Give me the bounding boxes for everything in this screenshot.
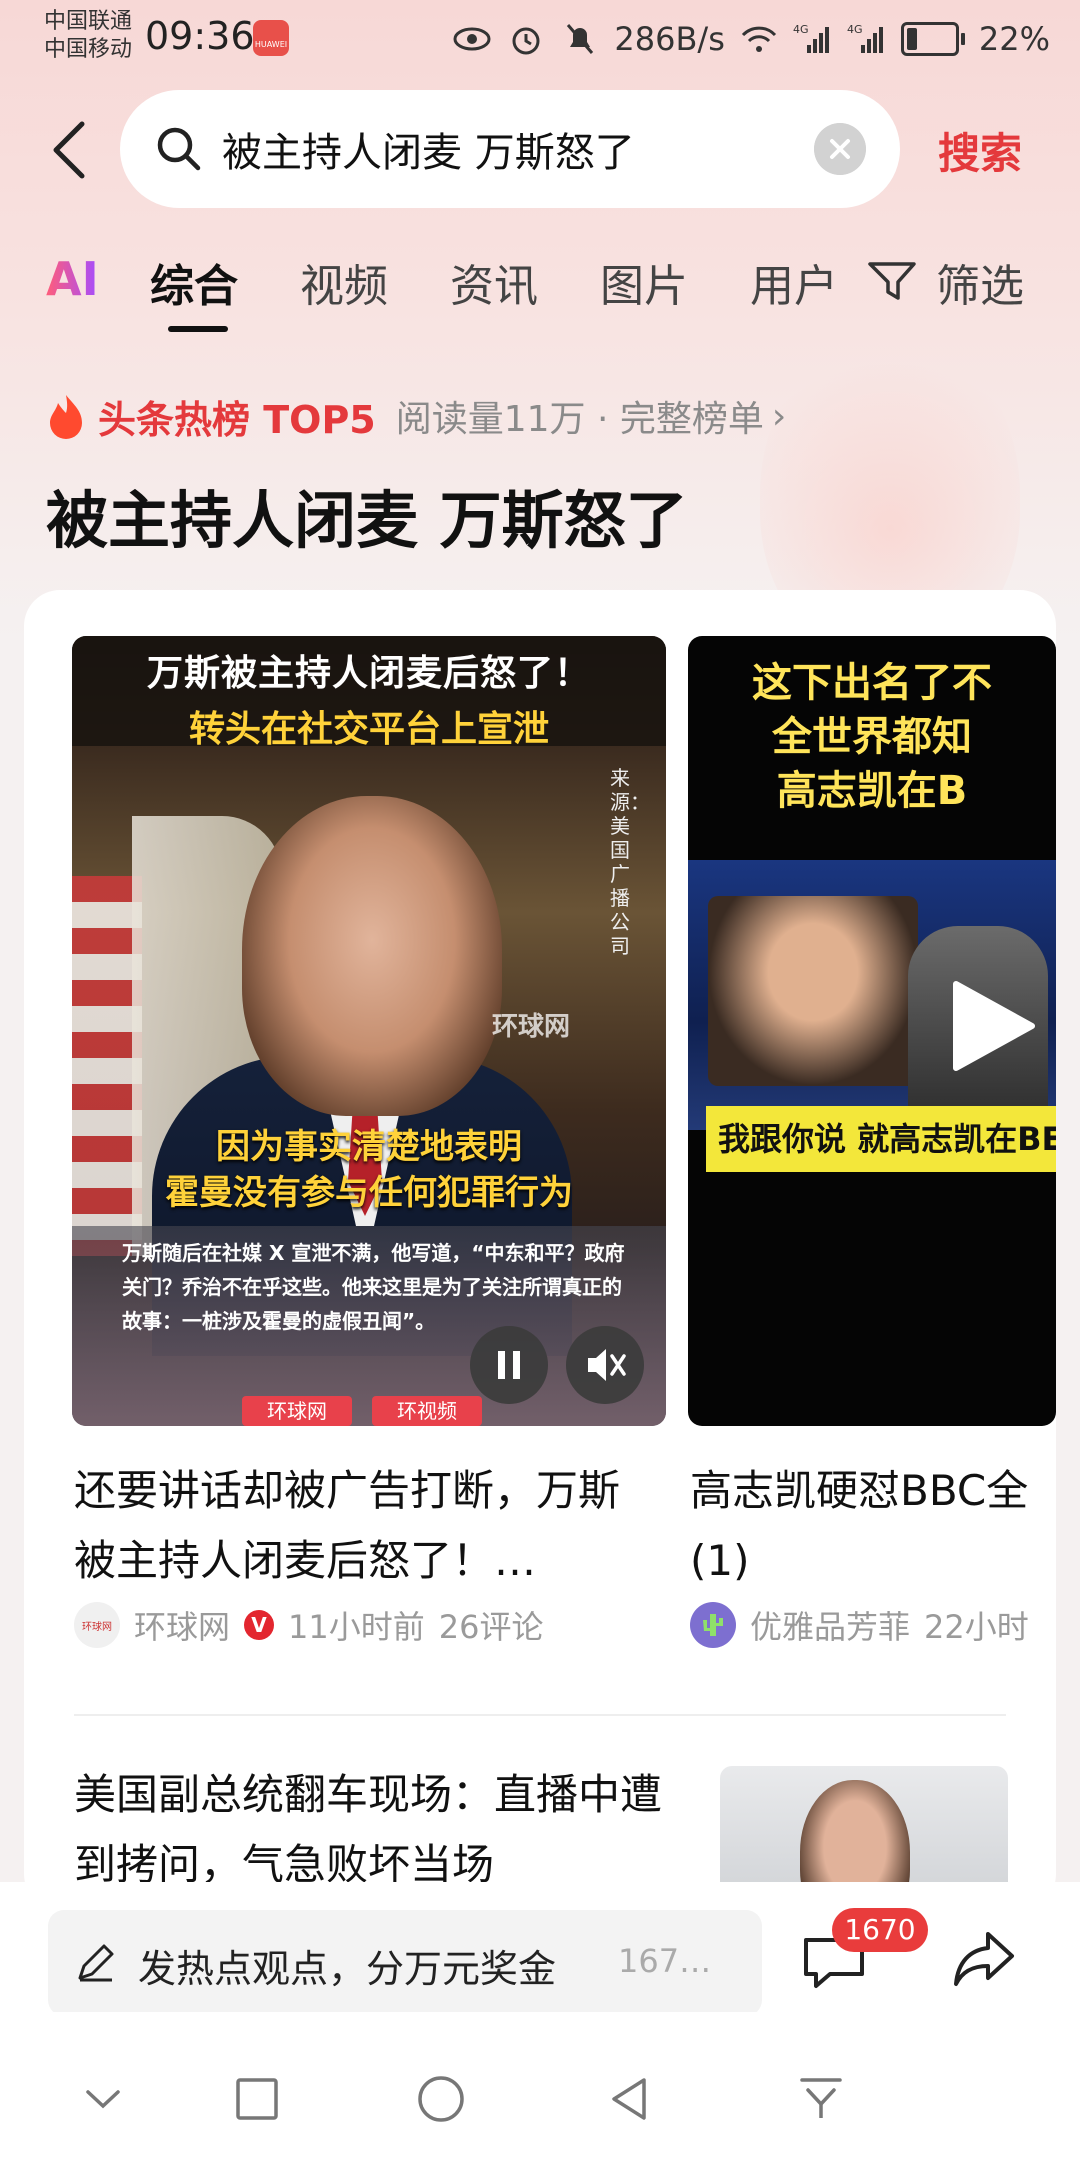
cactus-avatar-icon[interactable] xyxy=(690,1602,736,1648)
signal-2-label: 4G xyxy=(847,23,863,36)
filter-icon[interactable] xyxy=(866,258,918,304)
tab-comprehensive[interactable]: 综合 xyxy=(150,250,238,314)
caption-line2: 霍曼没有参与任何犯罪行为 xyxy=(165,1173,573,1213)
video-title-2-line1: 高志凯硬怼BBC全 xyxy=(690,1466,1029,1515)
thumb2-line1: 这下出名了不 xyxy=(752,660,992,706)
footer-brand-2: 环视频 xyxy=(372,1396,482,1426)
video-title-1[interactable]: 还要讲话却被广告打断，万斯被主持人闭麦后怒了！… xyxy=(74,1456,654,1596)
tab-news[interactable]: 资讯 xyxy=(450,250,538,314)
pause-button[interactable] xyxy=(470,1326,548,1404)
post-time: 11小时前 xyxy=(288,1608,425,1646)
back-triangle-icon[interactable] xyxy=(606,2074,656,2124)
thumb-headline: 万斯被主持人闭麦后怒了！ 转头在社交平台上宣泄 xyxy=(72,636,666,750)
chevron-down-icon[interactable] xyxy=(78,2074,128,2124)
watermark: 环球网 xyxy=(492,1012,571,1042)
comment-input[interactable]: 发热点观点，分万元奖金 167… xyxy=(48,1910,762,2016)
dock-collapse-icon[interactable] xyxy=(796,2074,846,2124)
person-figure xyxy=(242,796,502,1116)
clock: 09:36 xyxy=(145,14,255,58)
wifi-icon xyxy=(741,26,776,52)
chevron-right-icon: › xyxy=(771,395,787,437)
video-thumbnail[interactable]: 万斯被主持人闭麦后怒了！ 转头在社交平台上宣泄 来源：美国广播公司 环球网 因为… xyxy=(72,636,666,1426)
comment-placeholder: 发热点观点，分万元奖金 xyxy=(138,1947,557,1991)
source-name-2[interactable]: 优雅品芳菲 xyxy=(750,1602,910,1648)
thumb2-headline: 这下出名了不 全世界都知 高志凯在B xyxy=(688,656,1056,818)
comment-count: 26评论 xyxy=(438,1608,544,1646)
results-card: 万斯被主持人闭麦后怒了！ 转头在社交平台上宣泄 来源：美国广播公司 环球网 因为… xyxy=(24,590,1056,1910)
caption-line1: 因为事实清楚地表明 xyxy=(216,1127,522,1167)
thumb-headline-line1: 万斯被主持人闭麦后怒了！ xyxy=(146,653,591,694)
thumb-source-label: 来源：美国广播公司 xyxy=(610,766,650,958)
carrier-labels: 中国联通 中国移动 xyxy=(44,8,132,64)
clear-icon[interactable] xyxy=(814,123,866,175)
tab-ai[interactable]: AI xyxy=(46,252,99,306)
thumb2-line2: 全世界都知 xyxy=(772,714,972,760)
video-title-2[interactable]: 高志凯硬怼BBC全 (1) xyxy=(690,1456,1056,1596)
video-carousel: 万斯被主持人闭麦后怒了！ 转头在社交平台上宣泄 来源：美国广播公司 环球网 因为… xyxy=(24,636,1056,1426)
net-speed: 286B/s xyxy=(614,20,725,58)
source-avatar[interactable]: 环球网 xyxy=(74,1602,120,1648)
thumb-footer-text: 万斯随后在社媒 X 宣泄不满，他写道，“中东和平？政府关门？乔治不在乎这些。他来… xyxy=(122,1241,625,1333)
tab-users[interactable]: 用户 xyxy=(750,250,838,314)
back-button[interactable] xyxy=(44,110,94,190)
search-box[interactable]: 被主持人闭麦 万斯怒了 xyxy=(120,90,900,208)
post-time-2: 22小时 xyxy=(924,1608,1029,1646)
eye-icon xyxy=(453,27,491,51)
battery-percent: 22% xyxy=(978,20,1050,58)
status-icons: 286B/s 4G 4G 22% xyxy=(452,14,1050,64)
tab-filter[interactable]: 筛选 xyxy=(936,250,1024,314)
carrier-2: 中国移动 xyxy=(44,37,133,62)
source-name[interactable]: 环球网 xyxy=(134,1602,230,1648)
category-tabs: AI 综合 视频 资讯 图片 用户 筛选 xyxy=(0,250,1080,332)
search-button[interactable]: 搜索 xyxy=(938,120,1022,181)
video-meta-2: 优雅品芳菲 22小时 xyxy=(690,1600,1056,1650)
thumb2-subtitle: 我跟你说 就高志凯在BE xyxy=(706,1106,1056,1172)
play-icon[interactable] xyxy=(946,976,1036,1076)
comment-preview: 167… xyxy=(618,1942,712,1980)
active-tab-indicator xyxy=(168,326,228,332)
divider xyxy=(74,1714,1006,1716)
signal-icon-1: 4G xyxy=(793,23,829,53)
tab-video[interactable]: 视频 xyxy=(300,250,388,314)
signal-icon-2: 4G xyxy=(847,23,883,53)
mute-button[interactable] xyxy=(566,1326,644,1404)
hot-list-title: 头条热榜 TOP5 xyxy=(98,397,376,442)
signal-1-label: 4G xyxy=(793,23,809,36)
carrier-1: 中国联通 xyxy=(44,9,133,34)
huawei-app-icon: HUAWEI xyxy=(253,20,289,56)
flame-icon xyxy=(50,395,82,439)
search-input[interactable]: 被主持人闭麦 万斯怒了 xyxy=(222,120,635,178)
status-bar: 中国联通 中国移动 09:36 HUAWEI 286B/s 4G 4G 22% xyxy=(0,0,1080,80)
home-circle-icon[interactable] xyxy=(416,2074,466,2124)
share-icon[interactable] xyxy=(952,1926,1016,1990)
video-thumbnail-2[interactable]: 这下出名了不 全世界都知 高志凯在B 我跟你说 就高志凯在BE xyxy=(688,636,1056,1426)
comment-count-badge: 1670 xyxy=(832,1908,928,1952)
thumb-headline-line2: 转头在社交平台上宣泄 xyxy=(188,709,549,750)
battery-fill xyxy=(906,28,917,50)
thumb-caption: 因为事实清楚地表明 霍曼没有参与任何犯罪行为 xyxy=(72,1124,666,1216)
recents-square-icon[interactable] xyxy=(232,2074,282,2124)
alarm-icon xyxy=(512,27,540,55)
comment-bar: 发热点观点，分万元奖金 167… 1670 xyxy=(0,1882,1080,2016)
tab-images[interactable]: 图片 xyxy=(600,250,688,314)
thumb2-line3: 高志凯在B xyxy=(776,768,968,814)
hot-list-row[interactable]: 头条热榜 TOP5 阅读量11万 · 完整榜单 › xyxy=(46,388,786,444)
hot-list-meta: 阅读量11万 · 完整榜单 xyxy=(395,399,764,440)
verified-icon: V xyxy=(244,1610,275,1640)
battery-icon xyxy=(900,22,965,56)
video-title-2-line2: (1) xyxy=(690,1536,750,1585)
video-meta-1: 环球网 环球网 V 11小时前 26评论 xyxy=(74,1600,543,1650)
article-title[interactable]: 美国副总统翻车现场：直播中遭到拷问，气急败坏当场 xyxy=(74,1760,674,1900)
mute-bell-icon xyxy=(567,24,594,54)
system-navigation-bar xyxy=(0,2012,1080,2160)
footer-brand-1: 环球网 xyxy=(242,1396,352,1426)
search-icon xyxy=(157,127,201,171)
page-title: 被主持人闭麦 万斯怒了 xyxy=(46,484,688,557)
pen-icon xyxy=(78,1944,114,1982)
